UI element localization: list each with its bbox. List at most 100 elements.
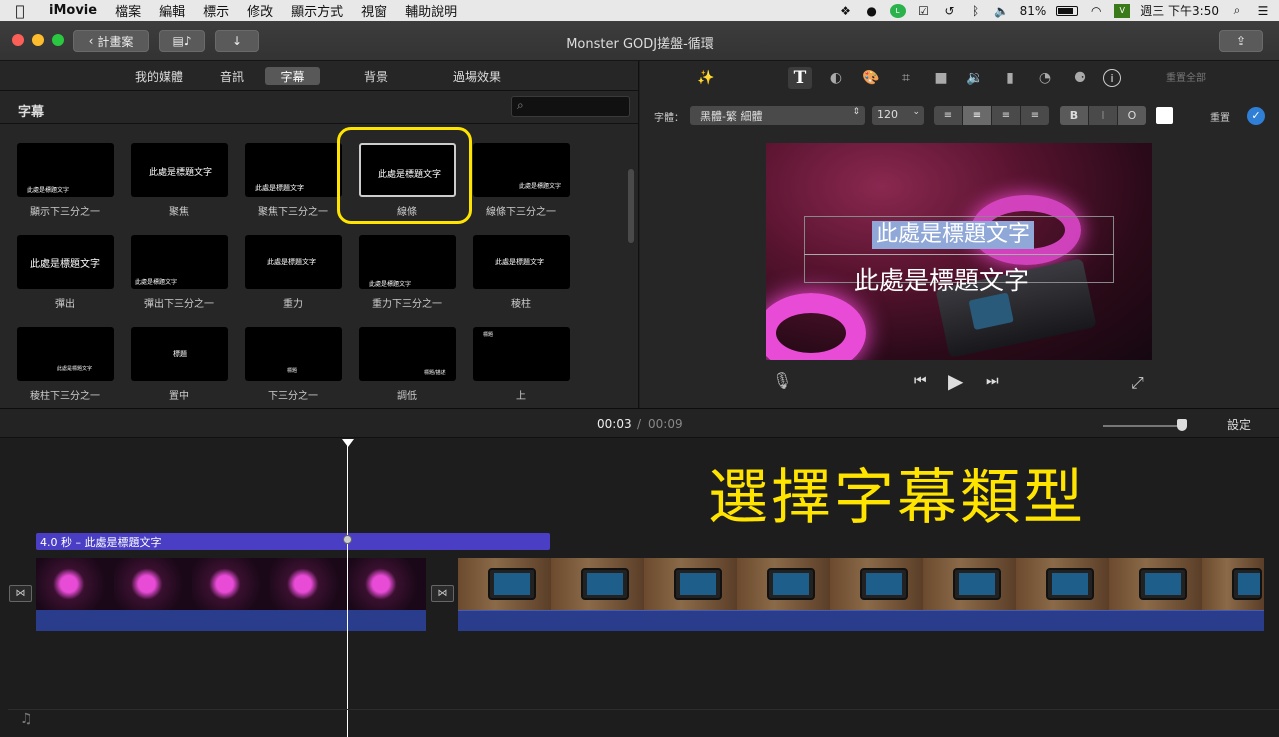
import-button[interactable]: ↓: [215, 30, 259, 52]
tab-audio[interactable]: 音訊: [208, 67, 256, 85]
filter-icon[interactable]: ⚈: [1068, 67, 1092, 89]
share-button[interactable]: ⇪: [1219, 30, 1263, 52]
dropbox-icon[interactable]: ❖: [838, 4, 854, 18]
color-palette-icon[interactable]: 🎨: [859, 67, 883, 89]
tab-backgrounds[interactable]: 背景: [352, 67, 400, 85]
zoom-slider[interactable]: [1103, 419, 1187, 431]
preview-title-text[interactable]: 此處是標題文字: [872, 221, 1035, 249]
title-tile-pop-up-lower-third[interactable]: 此處是標題文字: [131, 235, 228, 289]
fullscreen-icon[interactable]: ⤢: [1131, 373, 1144, 393]
reset-button[interactable]: 重置: [1210, 109, 1230, 124]
video-preview[interactable]: 此處是標題文字 此處是標題文字: [766, 143, 1152, 360]
playhead[interactable]: [347, 439, 348, 737]
bluetooth-icon[interactable]: ᛒ: [968, 4, 984, 18]
text-color-swatch[interactable]: [1156, 107, 1173, 124]
title-clip[interactable]: 4.0 秒 – 此處是標題文字: [36, 533, 550, 550]
tile-label: 彈出下三分之一: [144, 299, 214, 310]
music-track[interactable]: [8, 709, 1279, 731]
volume-icon[interactable]: 🔈: [994, 4, 1010, 18]
volume-icon[interactable]: 🔉: [963, 67, 987, 89]
nvidia-icon[interactable]: V: [1114, 3, 1131, 18]
italic-button[interactable]: I: [1089, 106, 1117, 125]
spotlight-icon[interactable]: ⌕: [1229, 3, 1245, 18]
info-icon[interactable]: i: [1103, 69, 1121, 87]
battery-icon[interactable]: [1056, 5, 1079, 16]
menu-file[interactable]: 檔案: [106, 1, 150, 20]
align-justify-button[interactable]: ≡: [1021, 106, 1049, 125]
align-right-button[interactable]: ≡: [992, 106, 1020, 125]
font-size-select[interactable]: 120 ⌄: [872, 106, 924, 125]
align-left-button[interactable]: ≡: [934, 106, 962, 125]
menu-help[interactable]: 輔助說明: [396, 1, 466, 20]
qq-icon[interactable]: ●: [864, 4, 880, 18]
title-tile-lower-third[interactable]: 標題: [245, 327, 342, 381]
tab-my-media[interactable]: 我的媒體: [126, 67, 192, 85]
music-note-icon: ♫: [20, 711, 33, 727]
transition-icon[interactable]: ⋈: [9, 585, 32, 602]
equalizer-icon[interactable]: ▮: [998, 67, 1022, 89]
title-tile-prism-lower-third[interactable]: 此處是標題文字: [17, 327, 114, 381]
close-window-button[interactable]: [12, 34, 24, 46]
title-tile-gravity[interactable]: 此處是標題文字: [245, 235, 342, 289]
menu-edit[interactable]: 編輯: [150, 1, 194, 20]
search-input[interactable]: ⌕: [511, 96, 630, 117]
title-tile-upper[interactable]: 標題: [473, 327, 570, 381]
check-icon[interactable]: ☑: [916, 4, 932, 18]
apply-check-icon[interactable]: ✓: [1247, 107, 1265, 125]
title-tile-gravity-lower-third[interactable]: 此處是標題文字: [359, 235, 456, 289]
fullscreen-window-button[interactable]: [52, 34, 64, 46]
menubar-clock[interactable]: 週三 下午3:50: [1140, 2, 1219, 19]
wifi-icon[interactable]: ◠: [1088, 4, 1104, 18]
menu-view[interactable]: 顯示方式: [282, 1, 352, 20]
play-button[interactable]: ▶: [948, 369, 963, 393]
zoom-slider-knob[interactable]: [1177, 419, 1187, 431]
bold-button[interactable]: B: [1060, 106, 1088, 125]
title-tile-focus[interactable]: 此處是標題文字: [131, 143, 228, 197]
tile-label: 上: [516, 391, 526, 402]
text-tool-icon[interactable]: T: [788, 67, 812, 89]
media-library-button[interactable]: ▤♪: [159, 30, 205, 52]
title-tile-focus-lower-third[interactable]: 此處是標題文字: [245, 143, 342, 197]
line-icon[interactable]: L: [889, 3, 906, 18]
tab-transitions[interactable]: 過場效果: [440, 67, 514, 85]
font-family-select[interactable]: 黑體-繁 細體 ⇕: [690, 106, 865, 125]
back-to-projects-label: 計畫案: [97, 34, 134, 49]
speed-icon[interactable]: ◔: [1033, 67, 1057, 89]
notification-center-icon[interactable]: ☰: [1255, 4, 1271, 18]
tile-label: 重力: [283, 299, 303, 310]
magic-wand-icon[interactable]: ✨: [694, 67, 718, 89]
menu-imovie[interactable]: iMovie: [40, 3, 106, 18]
menu-mark[interactable]: 標示: [194, 1, 238, 20]
next-frame-button[interactable]: ⏭: [986, 373, 999, 389]
video-frame: [270, 558, 348, 610]
title-tile-prism[interactable]: 此處是標題文字: [473, 235, 570, 289]
title-tile-line-lower-third[interactable]: 此處是標題文字: [473, 143, 570, 197]
video-frame: [114, 558, 192, 610]
minimize-window-button[interactable]: [32, 34, 44, 46]
crop-icon[interactable]: ⌗: [894, 67, 918, 89]
playhead-marker: [343, 535, 352, 544]
menu-window[interactable]: 視窗: [352, 1, 396, 20]
microphone-icon[interactable]: 🎙: [772, 371, 792, 390]
apple-icon[interactable]: : [0, 2, 40, 20]
tile-label: 聚焦下三分之一: [258, 207, 328, 218]
title-tile-reveal-lower-third[interactable]: 此處是標題文字: [17, 143, 114, 197]
stabilization-icon[interactable]: ■: [929, 67, 953, 89]
browser-scrollbar[interactable]: [628, 169, 634, 243]
color-balance-icon[interactable]: ◐: [824, 67, 848, 89]
tab-titles[interactable]: 字幕: [265, 67, 320, 85]
settings-button[interactable]: 設定: [1227, 416, 1251, 433]
title-tile-centered[interactable]: 標題: [131, 327, 228, 381]
video-frame: [192, 558, 270, 610]
reset-all-button[interactable]: 重置全部: [1166, 69, 1206, 84]
playhead-handle[interactable]: [342, 439, 354, 447]
back-to-projects-button[interactable]: ‹ 計畫案: [73, 30, 149, 52]
time-machine-icon[interactable]: ↺: [942, 4, 958, 18]
menu-modify[interactable]: 修改: [238, 1, 282, 20]
align-center-button[interactable]: ≡: [963, 106, 991, 125]
transition-icon[interactable]: ⋈: [431, 585, 454, 602]
title-tile-lower[interactable]: 標題/描述: [359, 327, 456, 381]
previous-frame-button[interactable]: ⏮: [914, 373, 927, 389]
outline-button[interactable]: O: [1118, 106, 1146, 125]
title-tile-pop-up[interactable]: 此處是標題文字: [17, 235, 114, 289]
